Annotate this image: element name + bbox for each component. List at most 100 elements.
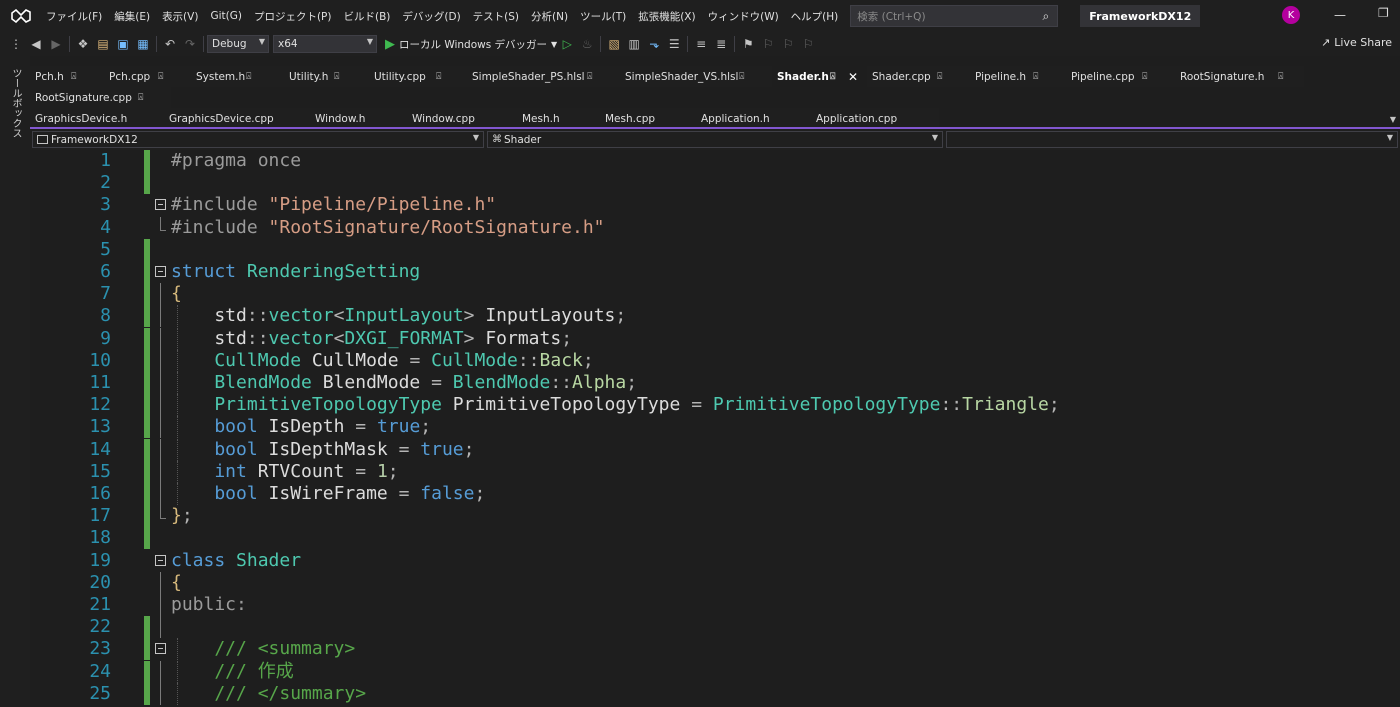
- code-line[interactable]: 25 /// </summary>: [30, 682, 1400, 705]
- tab-utility-cpp[interactable]: Utility.cpp ⍓: [369, 66, 467, 87]
- align-icon[interactable]: ☰: [664, 35, 684, 53]
- minimize-icon[interactable]: —: [1334, 8, 1346, 22]
- member-dropdown[interactable]: ▼: [946, 131, 1398, 148]
- tab-graphicsdevice-cpp[interactable]: GraphicsDevice.cpp: [164, 108, 310, 129]
- menu-debug[interactable]: デバッグ(D): [396, 0, 466, 32]
- new-item-icon[interactable]: ❖: [73, 35, 93, 53]
- clear-bookmarks-icon[interactable]: ⚐: [798, 35, 818, 53]
- pin-icon[interactable]: ⍓: [830, 72, 835, 82]
- menu-file[interactable]: ファイル(F): [40, 0, 108, 32]
- avatar[interactable]: K: [1282, 6, 1300, 24]
- tab-mesh-h[interactable]: Mesh.h: [517, 108, 600, 129]
- menu-analyze[interactable]: 分析(N): [525, 0, 574, 32]
- collapse-icon[interactable]: [155, 554, 166, 566]
- code-line[interactable]: 3 #include "Pipeline/Pipeline.h": [30, 194, 1400, 216]
- pin-icon[interactable]: ⍓: [1142, 72, 1147, 82]
- drag-handle-icon[interactable]: ⋮: [6, 35, 26, 53]
- step-icon[interactable]: ⬎: [644, 35, 664, 53]
- code-line[interactable]: 18: [30, 527, 1400, 550]
- restore-window-icon[interactable]: ❐: [1378, 6, 1389, 20]
- code-line[interactable]: 19 class Shader: [30, 550, 1400, 572]
- code-line[interactable]: 16 bool IsWireFrame = false;: [30, 483, 1400, 505]
- tab-rootsignature-h[interactable]: RootSignature.h ⍓: [1175, 66, 1304, 87]
- code-line[interactable]: 9 std::vector<DXGI_FORMAT> Formats;: [30, 327, 1400, 350]
- code-line[interactable]: 1 #pragma once: [30, 150, 1400, 172]
- pin-icon[interactable]: ⍓: [937, 72, 942, 82]
- menu-git[interactable]: Git(G): [204, 0, 248, 32]
- pin-icon[interactable]: ⍓: [71, 72, 76, 82]
- tab-shader-cpp[interactable]: Shader.cpp ⍓: [867, 66, 970, 87]
- code-line[interactable]: 14 bool IsDepthMask = true;: [30, 438, 1400, 461]
- menu-help[interactable]: ヘルプ(H): [785, 0, 845, 32]
- menu-project[interactable]: プロジェクト(P): [248, 0, 338, 32]
- code-line[interactable]: 15 int RTVCount = 1;: [30, 460, 1400, 483]
- pin-icon[interactable]: ⍓: [158, 72, 163, 82]
- tab-window-cpp[interactable]: Window.cpp: [407, 108, 517, 129]
- configuration-select[interactable]: Debug ▼: [207, 35, 269, 53]
- pin-icon[interactable]: ⍓: [436, 72, 441, 82]
- code-line[interactable]: 22: [30, 616, 1400, 639]
- tab-utility-h[interactable]: Utility.h ⍓: [284, 66, 369, 87]
- undo-icon[interactable]: ↶: [160, 35, 180, 53]
- tab-graphicsdevice-h[interactable]: GraphicsDevice.h: [30, 108, 164, 129]
- save-all-icon[interactable]: ▦: [133, 35, 153, 53]
- code-line[interactable]: 17};: [30, 505, 1400, 528]
- menu-build[interactable]: ビルド(B): [337, 0, 396, 32]
- tab-overflow-dropdown-icon[interactable]: ▼: [1390, 115, 1396, 124]
- code-line[interactable]: 5: [30, 238, 1400, 261]
- search-input[interactable]: 検索 (Ctrl+Q) ⌕: [850, 5, 1059, 27]
- collapse-icon[interactable]: [155, 266, 166, 277]
- tab-rootsignature-cpp[interactable]: RootSignature.cpp ⍓: [30, 87, 171, 108]
- menu-test[interactable]: テスト(S): [467, 0, 525, 32]
- code-line[interactable]: 12 PrimitiveTopologyType PrimitiveTopolo…: [30, 394, 1400, 417]
- pin-icon[interactable]: ⍓: [587, 72, 592, 82]
- start-without-debugging-icon[interactable]: ▷: [557, 35, 577, 53]
- scope-dropdown[interactable]: ⌘ Shader ▼: [487, 131, 943, 148]
- pin-icon[interactable]: ⍓: [246, 72, 251, 82]
- code-line[interactable]: 4 #include "RootSignature/RootSignature.h…: [30, 216, 1400, 239]
- close-icon[interactable]: ✕: [848, 70, 858, 84]
- redo-icon[interactable]: ↷: [180, 35, 200, 53]
- hot-reload-icon[interactable]: ♨: [577, 35, 597, 53]
- start-debugging-button[interactable]: ▶ ローカル Windows デバッガー ▼: [385, 37, 557, 52]
- menu-tools[interactable]: ツール(T): [574, 0, 632, 32]
- navigate-forward-icon[interactable]: ▶: [46, 35, 66, 53]
- menu-view[interactable]: 表示(V): [156, 0, 204, 32]
- code-line[interactable]: 11 BlendMode BlendMode = BlendMode::Alph…: [30, 372, 1400, 394]
- tab-pipeline-cpp[interactable]: Pipeline.cpp ⍓: [1066, 66, 1175, 87]
- tab-mesh-cpp[interactable]: Mesh.cpp: [600, 108, 696, 129]
- pin-icon[interactable]: ⍓: [334, 72, 339, 82]
- tab-pch-h[interactable]: Pch.h ⍓: [30, 66, 104, 87]
- browse-folder-icon[interactable]: ▧: [604, 35, 624, 53]
- collapse-icon[interactable]: [155, 643, 166, 655]
- tab-simpleshader-vs-hlsl[interactable]: SimpleShader_VS.hlsl ⍓: [620, 66, 772, 87]
- tab-window-h[interactable]: Window.h: [310, 108, 407, 129]
- code-line[interactable]: 21 public:: [30, 594, 1400, 616]
- code-editor[interactable]: 1 #pragma once 2 3 #include "Pipeline/Pipeli…: [30, 150, 1400, 707]
- pin-icon[interactable]: ⍓: [138, 93, 143, 103]
- project-dropdown[interactable]: FrameworkDX12 ▼: [32, 131, 484, 148]
- uncomment-icon[interactable]: ≣: [711, 35, 731, 53]
- code-line[interactable]: 6 struct RenderingSetting: [30, 261, 1400, 283]
- pin-icon[interactable]: ⍓: [1278, 72, 1283, 82]
- tab-simpleshader-ps-hlsl[interactable]: SimpleShader_PS.hlsl ⍓: [467, 66, 620, 87]
- code-line[interactable]: 10 CullMode CullMode = CullMode::Back;: [30, 349, 1400, 372]
- code-line[interactable]: 13 bool IsDepth = true;: [30, 416, 1400, 439]
- code-line[interactable]: 7{: [30, 283, 1400, 306]
- toolbox-tab[interactable]: ツールボックス: [8, 68, 23, 138]
- code-line[interactable]: 24 /// 作成: [30, 660, 1400, 683]
- save-icon[interactable]: ▣: [113, 35, 133, 53]
- comment-icon[interactable]: ≡: [691, 35, 711, 53]
- tab-system-h[interactable]: System.h ⍓: [191, 66, 284, 87]
- previous-bookmark-icon[interactable]: ⚐: [758, 35, 778, 53]
- platform-select[interactable]: x64 ▼: [273, 35, 377, 53]
- tab-pipeline-h[interactable]: Pipeline.h ⍓: [970, 66, 1066, 87]
- code-line[interactable]: 23 /// <summary>: [30, 638, 1400, 661]
- code-line[interactable]: 2: [30, 172, 1400, 195]
- code-line[interactable]: 8 std::vector<InputLayout> InputLayouts;: [30, 305, 1400, 328]
- bookmark-icon[interactable]: ⚑: [738, 35, 758, 53]
- code-line[interactable]: 20 {: [30, 571, 1400, 594]
- visual-studio-logo-icon[interactable]: [10, 8, 32, 24]
- tab-shader-h[interactable]: Shader.h ⍓ ✕: [772, 66, 867, 87]
- pin-icon[interactable]: ⍓: [1033, 72, 1038, 82]
